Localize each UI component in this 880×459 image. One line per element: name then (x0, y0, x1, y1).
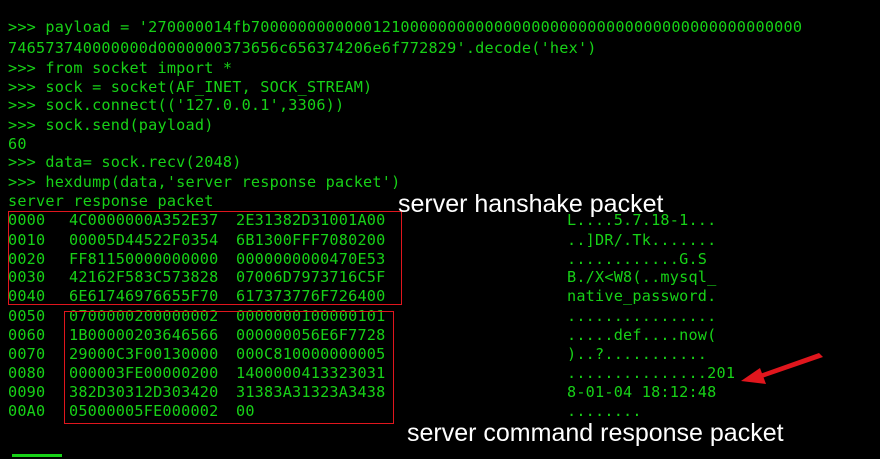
terminal-cursor (12, 454, 62, 457)
red-arrow-icon (741, 353, 823, 384)
terminal-window[interactable]: >>> payload = '270000014fb70000000000001… (0, 0, 880, 459)
